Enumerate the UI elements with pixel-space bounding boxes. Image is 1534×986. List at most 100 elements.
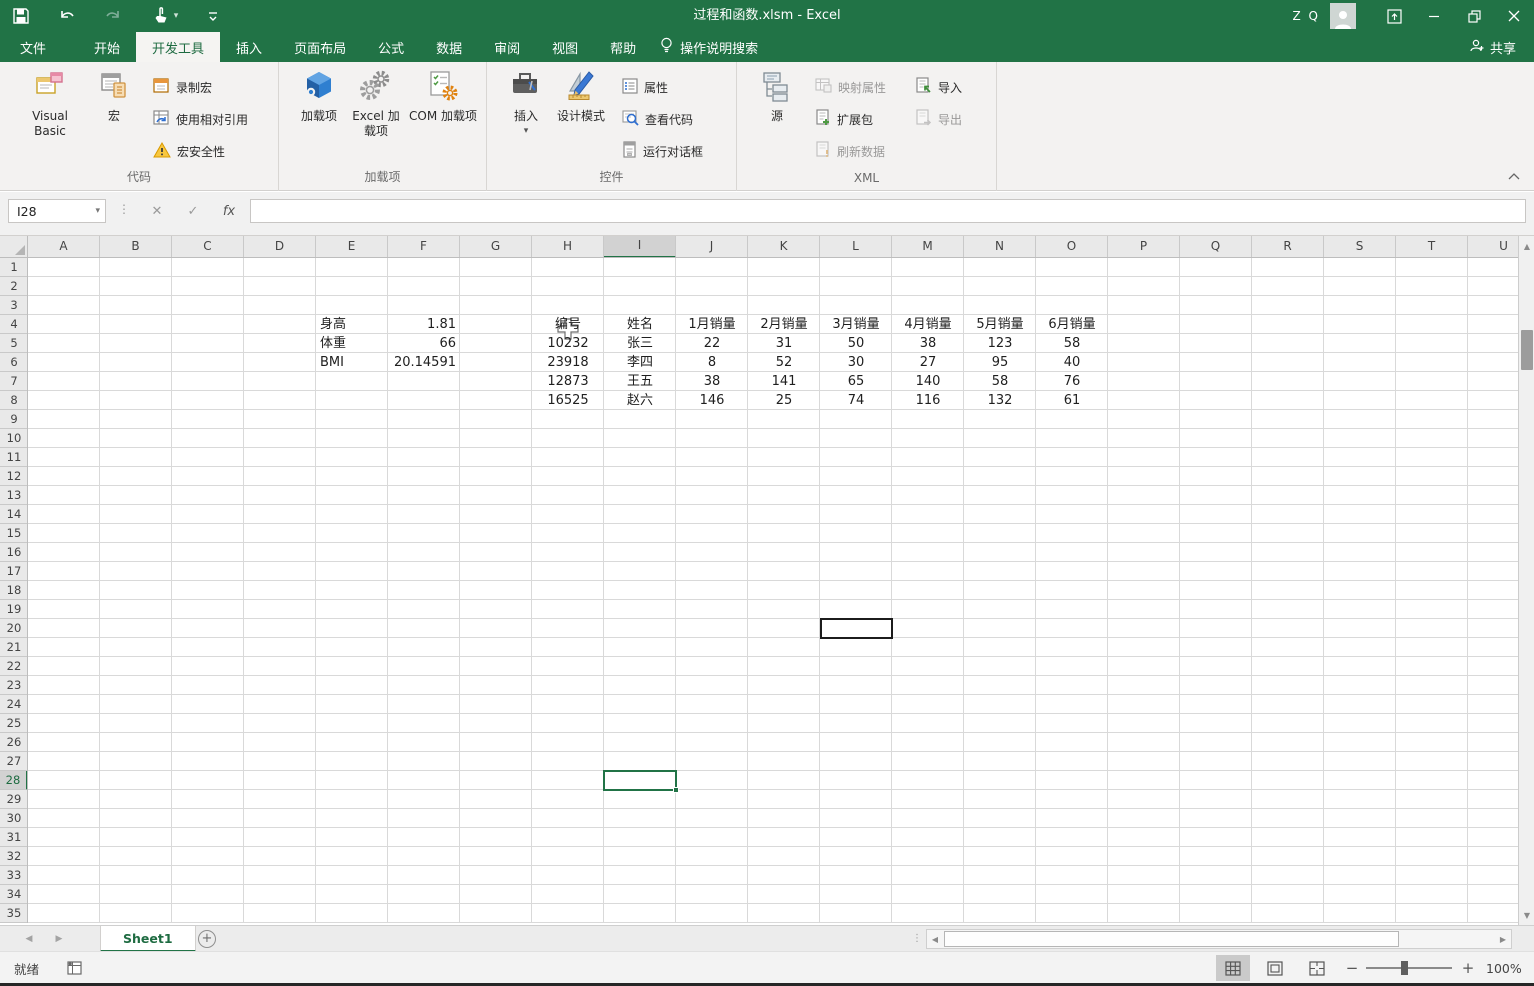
source-button[interactable]: 源 <box>757 70 797 124</box>
minimize-button[interactable] <box>1414 0 1454 32</box>
row-header-25[interactable]: 25 <box>0 714 27 733</box>
column-header-T[interactable]: T <box>1396 236 1468 257</box>
fill-handle[interactable] <box>673 787 679 793</box>
row-header-15[interactable]: 15 <box>0 524 27 543</box>
cell-I5[interactable]: 张三 <box>604 334 676 353</box>
import-button[interactable]: 导入 <box>915 76 962 98</box>
com-add-ins-button[interactable]: COM 加载项 <box>405 70 481 124</box>
row-header-9[interactable]: 9 <box>0 410 27 429</box>
column-header-H[interactable]: H <box>532 236 604 257</box>
cell-N4[interactable]: 5月销量 <box>964 315 1036 334</box>
excel-add-ins-button[interactable]: Excel 加载项 <box>349 70 403 139</box>
row-header-28[interactable]: 28 <box>0 771 27 790</box>
zoom-level[interactable]: 100% <box>1486 952 1522 984</box>
column-header-P[interactable]: P <box>1108 236 1180 257</box>
confirm-entry-button[interactable]: ✓ <box>178 199 208 223</box>
row-header-23[interactable]: 23 <box>0 676 27 695</box>
column-header-R[interactable]: R <box>1252 236 1324 257</box>
column-header-B[interactable]: B <box>100 236 172 257</box>
zoom-in-button[interactable]: + <box>1458 952 1478 984</box>
cell-E5[interactable]: 体重 <box>316 334 388 353</box>
cell-L8[interactable]: 74 <box>820 391 892 410</box>
cell-M7[interactable]: 140 <box>892 372 964 391</box>
macros-button[interactable]: 宏 <box>94 70 134 124</box>
row-header-5[interactable]: 5 <box>0 334 27 353</box>
properties-button[interactable]: 属性 <box>622 76 668 98</box>
row-header-12[interactable]: 12 <box>0 467 27 486</box>
tab-formulas[interactable]: 公式 <box>362 32 420 62</box>
zoom-slider-thumb[interactable] <box>1401 961 1408 975</box>
row-header-33[interactable]: 33 <box>0 866 27 885</box>
normal-view-button[interactable] <box>1216 955 1250 981</box>
row-header-6[interactable]: 6 <box>0 353 27 372</box>
insert-control-button[interactable]: 插入 ▾ <box>505 70 547 136</box>
tell-me-search[interactable]: 操作说明搜索 <box>660 32 758 62</box>
row-header-19[interactable]: 19 <box>0 600 27 619</box>
formula-input[interactable] <box>250 199 1526 223</box>
cell-E4[interactable]: 身高 <box>316 315 388 334</box>
cancel-entry-button[interactable]: ✕ <box>142 199 172 223</box>
macro-record-icon[interactable] <box>66 959 84 980</box>
cell-K5[interactable]: 31 <box>748 334 820 353</box>
row-header-22[interactable]: 22 <box>0 657 27 676</box>
column-header-I[interactable]: I <box>604 236 676 257</box>
scroll-up-arrow[interactable]: ▲ <box>1520 238 1534 254</box>
cell-E6[interactable]: BMI <box>316 353 388 372</box>
cell-M8[interactable]: 116 <box>892 391 964 410</box>
cell-K4[interactable]: 2月销量 <box>748 315 820 334</box>
cell-L5[interactable]: 50 <box>820 334 892 353</box>
cell-I7[interactable]: 王五 <box>604 372 676 391</box>
column-header-N[interactable]: N <box>964 236 1036 257</box>
cell-H8[interactable]: 16525 <box>532 391 604 410</box>
cell-H4[interactable]: 编号 <box>532 315 604 334</box>
select-all-corner[interactable] <box>0 236 28 258</box>
column-header-K[interactable]: K <box>748 236 820 257</box>
row-header-26[interactable]: 26 <box>0 733 27 752</box>
vertical-scrollbar[interactable]: ▲ ▼ <box>1518 236 1534 925</box>
tab-review[interactable]: 审阅 <box>478 32 536 62</box>
column-header-F[interactable]: F <box>388 236 460 257</box>
column-header-G[interactable]: G <box>460 236 532 257</box>
share-button[interactable]: 共享 <box>1469 32 1516 62</box>
row-header-3[interactable]: 3 <box>0 296 27 315</box>
horizontal-scrollbar-thumb[interactable] <box>944 931 1399 947</box>
add-ins-button[interactable]: 加载项 <box>297 70 341 124</box>
expansion-packs-button[interactable]: 扩展包 <box>815 108 873 130</box>
cell-N7[interactable]: 58 <box>964 372 1036 391</box>
row-header-14[interactable]: 14 <box>0 505 27 524</box>
row-header-4[interactable]: 4 <box>0 315 27 334</box>
sheet-tab-sheet1[interactable]: Sheet1 <box>100 926 196 952</box>
tab-help[interactable]: 帮助 <box>594 32 652 62</box>
column-header-U[interactable]: U <box>1468 236 1518 257</box>
column-header-O[interactable]: O <box>1036 236 1108 257</box>
macro-security-button[interactable]: 宏安全性 <box>153 140 225 162</box>
cell-M4[interactable]: 4月销量 <box>892 315 964 334</box>
cell-N6[interactable]: 95 <box>964 353 1036 372</box>
horizontal-splitter[interactable]: ⋮ <box>912 933 922 944</box>
cell-O5[interactable]: 58 <box>1036 334 1108 353</box>
close-button[interactable] <box>1494 0 1534 32</box>
row-header-18[interactable]: 18 <box>0 581 27 600</box>
visual-basic-button[interactable]: Visual Basic <box>16 70 84 139</box>
name-box[interactable]: I28 ▾ <box>8 199 106 223</box>
cell-I8[interactable]: 赵六 <box>604 391 676 410</box>
user-name[interactable]: Z Q <box>1293 9 1320 23</box>
scroll-left-arrow[interactable]: ◀ <box>927 930 943 948</box>
cell-N8[interactable]: 132 <box>964 391 1036 410</box>
zoom-out-button[interactable]: − <box>1342 952 1362 984</box>
row-header-2[interactable]: 2 <box>0 277 27 296</box>
row-header-32[interactable]: 32 <box>0 847 27 866</box>
cell-I4[interactable]: 姓名 <box>604 315 676 334</box>
sheet-nav-right-arrow[interactable]: ▶ <box>48 926 70 952</box>
view-code-button[interactable]: 查看代码 <box>622 108 693 130</box>
run-dialog-button[interactable]: 运行对话框 <box>622 140 703 162</box>
cell-H6[interactable]: 23918 <box>532 353 604 372</box>
cell-L6[interactable]: 30 <box>820 353 892 372</box>
page-layout-view-button[interactable] <box>1258 955 1292 981</box>
cell-M5[interactable]: 38 <box>892 334 964 353</box>
cell-O8[interactable]: 61 <box>1036 391 1108 410</box>
cell-K8[interactable]: 25 <box>748 391 820 410</box>
tab-data[interactable]: 数据 <box>420 32 478 62</box>
row-header-17[interactable]: 17 <box>0 562 27 581</box>
row-header-34[interactable]: 34 <box>0 885 27 904</box>
